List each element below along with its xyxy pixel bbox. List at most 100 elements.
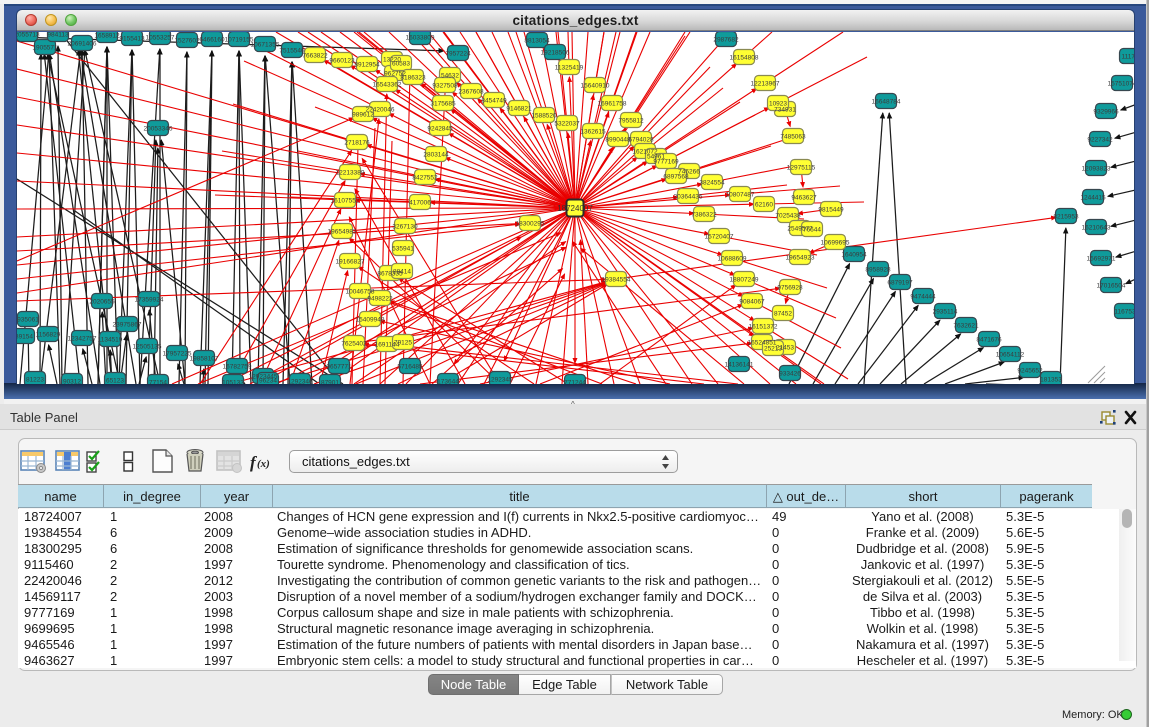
svg-text:8813054: 8813054 (524, 38, 550, 45)
svg-text:181353: 181353 (1040, 377, 1062, 384)
svg-text:9756928: 9756928 (777, 285, 803, 292)
svg-text:6897568: 6897568 (663, 174, 689, 181)
svg-text:1292346: 1292346 (287, 379, 313, 385)
svg-text:989612: 989612 (352, 112, 374, 119)
svg-text:2803144: 2803144 (423, 152, 449, 159)
svg-text:90312: 90312 (63, 379, 81, 385)
svg-text:10553257: 10553257 (146, 35, 175, 42)
svg-text:12093823: 12093823 (1082, 166, 1111, 173)
svg-text:12213967: 12213967 (751, 81, 780, 88)
svg-text:2367608: 2367608 (458, 89, 484, 96)
svg-text:734931: 734931 (774, 107, 796, 114)
svg-text:65123: 65123 (106, 378, 124, 385)
svg-text:15692971: 15692971 (1087, 256, 1116, 263)
svg-text:9815449: 9815449 (818, 207, 844, 214)
svg-text:20053346: 20053346 (144, 126, 173, 133)
svg-text:9245652: 9245652 (1017, 368, 1043, 375)
svg-text:12975115: 12975115 (787, 165, 816, 172)
svg-text:9657771: 9657771 (326, 364, 352, 371)
svg-text:15751074: 15751074 (1108, 81, 1134, 88)
svg-text:15409948: 15409948 (356, 317, 385, 324)
svg-text:9329966: 9329966 (1093, 109, 1119, 116)
svg-text:18807249: 18807249 (730, 277, 759, 284)
svg-text:19858107: 19858107 (190, 356, 219, 363)
svg-text:88414: 88414 (393, 269, 411, 276)
svg-text:7957224: 7957224 (445, 51, 471, 58)
svg-text:10719155: 10719155 (225, 37, 254, 44)
svg-text:1156829: 1156829 (36, 332, 61, 339)
svg-text:2055713: 2055713 (17, 32, 40, 39)
svg-text:15720407: 15720407 (705, 234, 734, 241)
svg-text:8990448: 8990448 (605, 137, 631, 144)
svg-text:7025438: 7025438 (775, 213, 801, 220)
svg-text:2935114: 2935114 (933, 309, 958, 316)
svg-text:20691406: 20691406 (68, 41, 97, 48)
svg-text:62160: 62160 (755, 202, 773, 209)
svg-text:5716485: 5716485 (397, 364, 423, 371)
svg-text:79125: 79125 (394, 340, 412, 347)
svg-text:8215953: 8215953 (1053, 214, 1079, 221)
svg-text:76644: 76644 (803, 227, 821, 234)
svg-text:14136141: 14136141 (725, 362, 754, 369)
svg-text:20364436: 20364436 (674, 194, 703, 201)
svg-text:1640954: 1640954 (841, 252, 867, 259)
svg-text:12213389: 12213389 (336, 170, 365, 177)
svg-text:6466160: 6466160 (199, 37, 225, 44)
svg-text:984113: 984113 (47, 32, 69, 39)
svg-text:9498222: 9498222 (367, 296, 393, 303)
svg-text:17957225: 17957225 (163, 351, 192, 358)
svg-text:10654112: 10654112 (996, 352, 1025, 359)
svg-text:105133: 105133 (222, 380, 244, 385)
svg-text:19218506: 19218506 (541, 50, 570, 57)
svg-text:60583: 60583 (392, 61, 410, 68)
svg-text:8912954: 8912954 (354, 62, 380, 69)
svg-text:1244415: 1244415 (1080, 195, 1106, 202)
svg-text:10923: 10923 (769, 101, 787, 108)
svg-text:1292345: 1292345 (487, 377, 513, 384)
svg-text:2987682: 2987682 (713, 37, 739, 44)
svg-text:16033809: 16033809 (406, 35, 435, 42)
svg-text:17359924: 17359924 (135, 297, 164, 304)
svg-text:9227342: 9227342 (1087, 137, 1113, 144)
svg-text:7625402: 7625402 (341, 341, 367, 348)
svg-text:3267130: 3267130 (392, 224, 418, 231)
svg-text:9084067: 9084067 (739, 299, 765, 306)
svg-text:1905571: 1905571 (32, 45, 58, 52)
svg-text:39154: 39154 (17, 334, 33, 341)
svg-text:11325419: 11325419 (555, 65, 584, 72)
svg-text:7663822: 7663822 (302, 53, 328, 60)
svg-text:10688609: 10688609 (718, 256, 747, 263)
svg-text:9463627: 9463627 (791, 195, 817, 202)
svg-text:9327508: 9327508 (432, 83, 458, 90)
svg-text:17016504: 17016504 (1097, 283, 1126, 290)
svg-text:10807487: 10807487 (726, 192, 755, 199)
svg-text:8186323: 8186323 (400, 75, 426, 82)
svg-text:2718176: 2718176 (344, 140, 370, 147)
svg-text:23975867: 23975867 (113, 322, 142, 329)
svg-text:7632621: 7632621 (953, 323, 979, 330)
svg-text:87901: 87901 (321, 380, 339, 385)
svg-text:1658912: 1658912 (94, 33, 120, 40)
svg-text:116753: 116753 (1114, 309, 1134, 316)
svg-text:15640910: 15640910 (581, 83, 610, 90)
svg-text:12342757: 12342757 (68, 336, 97, 343)
svg-text:19654923: 19654923 (786, 255, 815, 262)
svg-text:12505135: 12505135 (133, 344, 162, 351)
svg-text:1134519: 1134519 (98, 337, 123, 344)
svg-text:16961758: 16961758 (598, 101, 627, 108)
svg-text:81223: 81223 (26, 377, 44, 384)
svg-text:9777169: 9777169 (653, 159, 679, 166)
svg-text:87452: 87452 (774, 311, 792, 318)
svg-text:96234: 96234 (259, 378, 277, 385)
svg-text:3175685: 3175685 (430, 101, 456, 108)
svg-text:16154808: 16154808 (730, 55, 759, 62)
svg-text:77154: 77154 (149, 380, 167, 385)
svg-text:5322037: 5322037 (554, 121, 580, 128)
svg-text:1362615: 1362615 (580, 129, 606, 136)
svg-text:1527602: 1527602 (174, 38, 200, 45)
svg-text:9242845: 9242845 (427, 126, 453, 133)
svg-text:9146821: 9146821 (506, 106, 532, 113)
svg-text:16648784: 16648784 (872, 99, 901, 106)
svg-text:7955812: 7955812 (618, 118, 644, 125)
svg-text:9474444: 9474444 (910, 294, 936, 301)
